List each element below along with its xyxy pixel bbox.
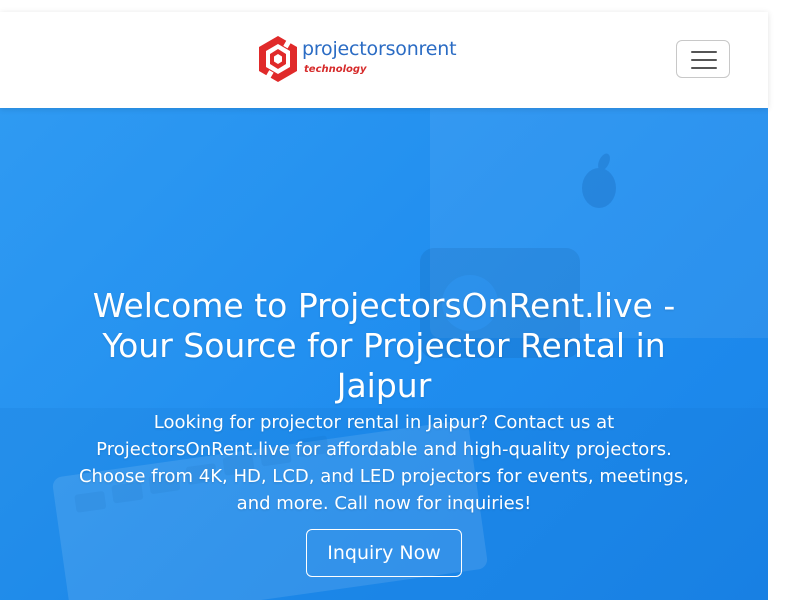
brand-logo-link[interactable]: projectorsonrent technology xyxy=(256,34,457,86)
navbar: projectorsonrent technology xyxy=(0,12,768,108)
hero-section: Welcome to ProjectorsOnRent.live - Your … xyxy=(0,108,768,600)
logo-icon xyxy=(259,36,297,82)
inquiry-now-button[interactable]: Inquiry Now xyxy=(306,529,462,577)
hero-description: Looking for projector rental in Jaipur? … xyxy=(78,412,689,514)
hero-title: Welcome to ProjectorsOnRent.live - Your … xyxy=(92,286,676,406)
navbar-toggle-button[interactable] xyxy=(676,40,730,78)
brand-tagline: technology xyxy=(304,64,367,75)
brand-name: projectorsonrent xyxy=(302,38,457,60)
